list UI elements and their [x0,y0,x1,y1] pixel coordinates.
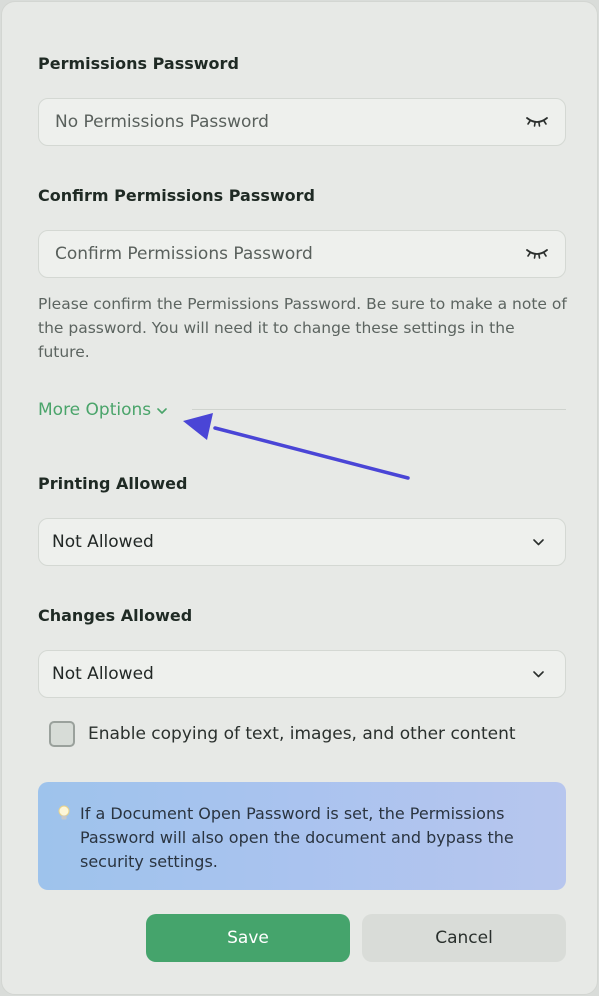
annotation-arrow [183,413,410,480]
